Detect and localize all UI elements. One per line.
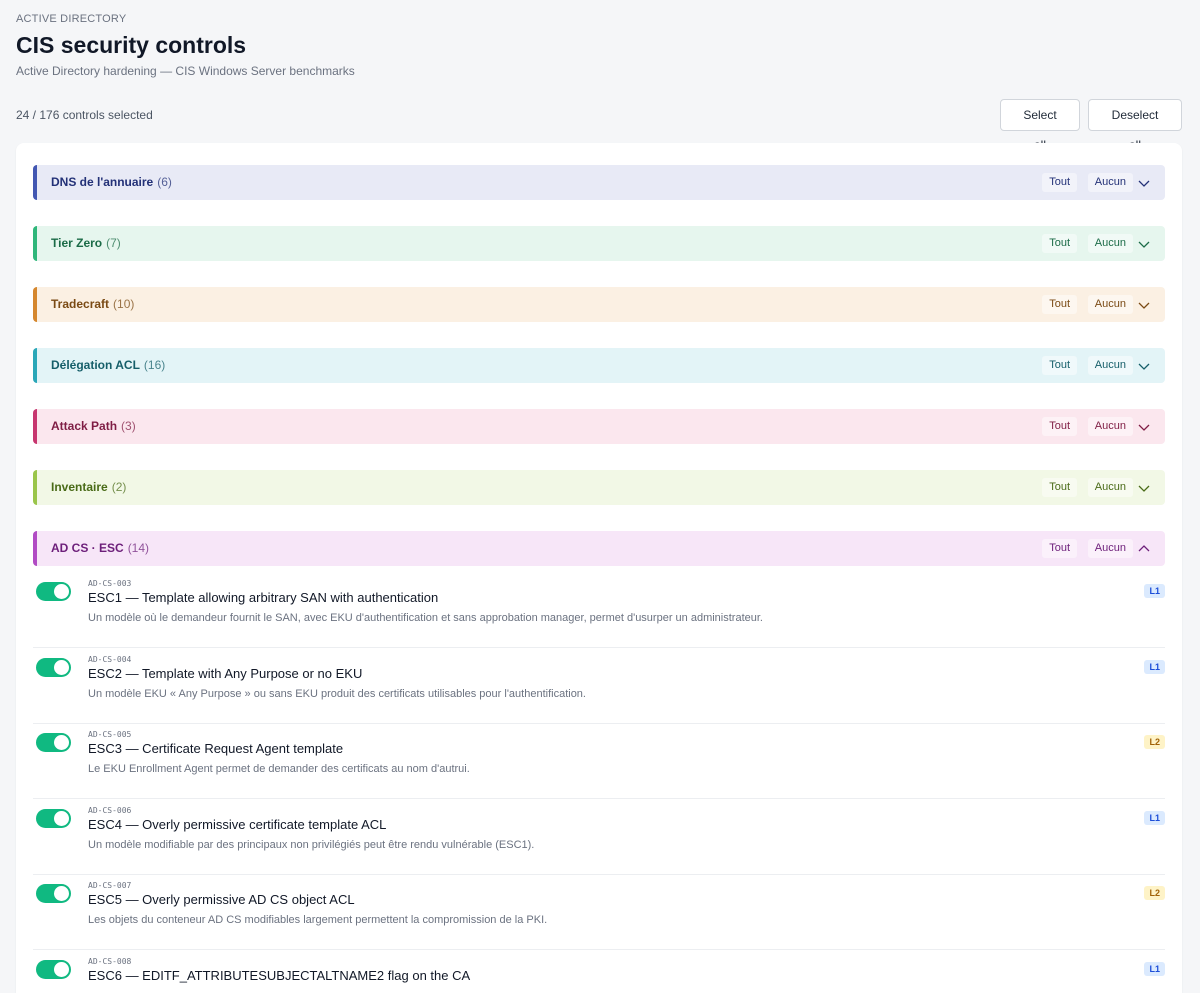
toggle-knob [54, 659, 69, 675]
control-description: Les objets du conteneur AD CS modifiable… [88, 914, 548, 926]
selection-count: 24 / 176 controls selected [16, 108, 153, 122]
control-id: AD-CS-007 [88, 881, 132, 890]
toggle-knob [54, 961, 69, 977]
deselect-all-button[interactable]: Deselect all [1088, 99, 1182, 152]
level-badge: L1 [1144, 810, 1165, 825]
control-description: Un modèle EKU « Any Purpose » ou sans EK… [88, 687, 586, 700]
chevron-down-icon[interactable] [1137, 420, 1151, 434]
group-select-none-button[interactable]: Aucun [1087, 539, 1133, 558]
chevron-down-icon[interactable] [1137, 359, 1151, 373]
level-badge: L2 [1144, 886, 1165, 900]
control-id: AD-CS-008 [88, 956, 132, 966]
level-badge: L1 [1144, 961, 1165, 976]
group-select-none-button[interactable]: Aucun [1087, 173, 1133, 192]
group-select-all-button[interactable]: Tout [1042, 417, 1077, 436]
control-id: AD-CS-005 [88, 730, 132, 739]
group-count: (3) [121, 419, 136, 433]
control-row: AD-CS-004 ESC2 — Template with Any Purpos… [33, 648, 1165, 724]
group-header[interactable]: Attack Path (3) Tout Aucun [33, 409, 1165, 444]
level-badge: L1 [1144, 584, 1165, 598]
group-header[interactable]: Tradecraft (10) Tout Aucun [33, 287, 1165, 322]
control-toggle[interactable] [36, 657, 71, 677]
chevron-down-icon[interactable] [1137, 481, 1151, 495]
control-title: ESC5 — Overly permissive AD CS object AC… [88, 892, 355, 907]
group-header[interactable]: Tier Zero (7) Tout Aucun [33, 226, 1165, 261]
level-badge: L1 [1144, 659, 1165, 674]
control-description: Le EKU Enrollment Agent permet de demand… [88, 763, 470, 775]
group-name: Tier Zero (7) [51, 226, 121, 261]
group-select-all-button[interactable]: Tout [1042, 539, 1077, 558]
control-description: Un modèle modifiable par des principaux … [88, 838, 535, 851]
page-eyebrow: ACTIVE DIRECTORY [16, 13, 127, 25]
control-id: AD-CS-003 [88, 579, 132, 588]
group-select-all-button[interactable]: Tout [1042, 234, 1077, 253]
group-name-label: AD CS · ESC [51, 541, 124, 555]
chevron-up-icon[interactable] [1137, 542, 1151, 556]
group-count: (14) [127, 541, 150, 555]
control-row: AD-CS-005 ESC3 — Certificate Request Agen… [33, 723, 1165, 799]
control-title: ESC3 — Certificate Request Agent templat… [88, 741, 344, 756]
control-title: ESC6 — EDITF_ATTRIBUTESUBJECTALTNAME2 fl… [88, 967, 471, 983]
group-select-all-button[interactable]: Tout [1042, 478, 1077, 497]
control-toggle[interactable] [36, 808, 71, 828]
toggle-knob [54, 735, 69, 750]
group-select-all-button[interactable]: Tout [1042, 295, 1077, 314]
group-name: Tradecraft (10) [51, 287, 134, 322]
group-name: AD CS · ESC (14) [51, 531, 149, 566]
control-id: AD-CS-006 [88, 805, 132, 815]
group-name: Délégation ACL (16) [51, 348, 165, 383]
chevron-down-icon[interactable] [1137, 298, 1151, 312]
group-select-all-button[interactable]: Tout [1042, 356, 1077, 375]
chevron-down-icon[interactable] [1137, 176, 1151, 190]
control-row: AD-CS-003 ESC1 — Template allowing arbitr… [33, 572, 1165, 648]
group-select-none-button[interactable]: Aucun [1087, 234, 1133, 253]
group-name: Attack Path (3) [51, 409, 136, 444]
group-select-none-button[interactable]: Aucun [1087, 356, 1133, 375]
group-select-all-button[interactable]: Tout [1042, 173, 1077, 192]
group-header[interactable]: AD CS · ESC (14) Tout Aucun [33, 531, 1165, 566]
group-name-label: Attack Path [51, 419, 118, 433]
controls-card: DNS de l'annuaire (6) Tout Aucun Tier Zero (7… [16, 143, 1182, 993]
group-name-label: Inventaire [51, 480, 108, 494]
group-select-none-button[interactable]: Aucun [1087, 417, 1133, 436]
group-header[interactable]: Inventaire (2) Tout Aucun [33, 470, 1165, 505]
control-row: AD-CS-006 ESC4 — Overly permissive certif… [33, 799, 1165, 875]
group-count: (7) [106, 236, 121, 250]
control-title: ESC4 — Overly permissive certificate tem… [88, 816, 387, 832]
control-toggle[interactable] [36, 884, 71, 903]
group-name: Inventaire (2) [51, 470, 126, 505]
control-toggle[interactable] [36, 733, 71, 752]
toggle-knob [54, 810, 69, 826]
group-select-none-button[interactable]: Aucun [1087, 295, 1133, 314]
control-toggle[interactable] [36, 582, 71, 601]
group-select-none-button[interactable]: Aucun [1087, 478, 1133, 497]
group-header[interactable]: DNS de l'annuaire (6) Tout Aucun [33, 165, 1165, 200]
page-title: CIS security controls [16, 32, 247, 58]
toggle-knob [54, 584, 69, 599]
group-name-label: Délégation ACL [51, 358, 140, 372]
group-count: (2) [111, 480, 127, 494]
group-name-label: Tradecraft [51, 297, 110, 311]
group-name-label: Tier Zero [51, 236, 103, 250]
group-name-label: DNS de l'annuaire [51, 175, 154, 189]
group-header[interactable]: Délégation ACL (16) Tout Aucun [33, 348, 1165, 383]
control-toggle[interactable] [36, 959, 71, 979]
page-subtitle: Active Directory hardening — CIS Windows… [16, 64, 355, 78]
group-count: (6) [157, 175, 172, 189]
group-count: (10) [113, 297, 135, 311]
group-name: DNS de l'annuaire (6) [51, 165, 172, 200]
control-title: ESC1 — Template allowing arbitrary SAN w… [88, 590, 439, 605]
control-title: ESC2 — Template with Any Purpose or no E… [88, 665, 363, 681]
control-row: AD-CS-007 ESC5 — Overly permissive AD CS … [33, 874, 1165, 950]
level-badge: L2 [1144, 735, 1165, 749]
control-description: Un modèle où le demandeur fournit le SAN… [88, 612, 763, 624]
control-row: AD-CS-008 ESC6 — EDITF_ATTRIBUTESUBJECTAL… [33, 950, 1165, 993]
control-id: AD-CS-004 [88, 654, 132, 664]
select-all-button[interactable]: Select all [1000, 99, 1080, 152]
chevron-down-icon[interactable] [1137, 237, 1151, 251]
toggle-knob [54, 886, 69, 901]
group-count: (16) [143, 358, 166, 372]
